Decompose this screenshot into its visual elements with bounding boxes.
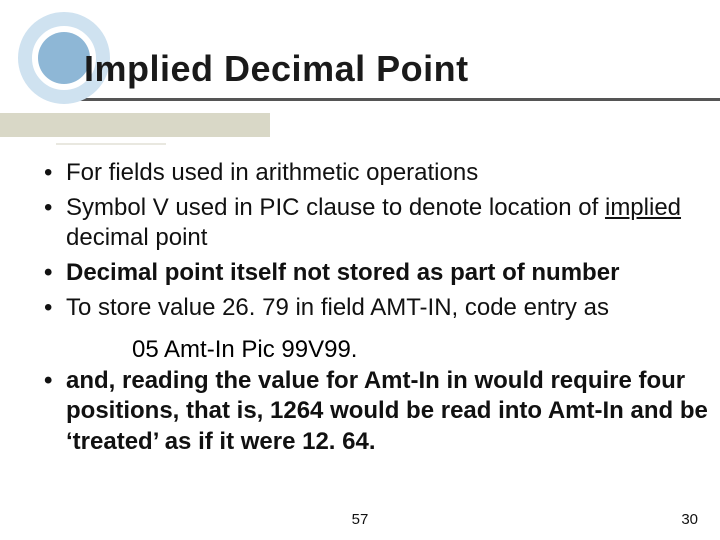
list-item: For fields used in arithmetic operations (40, 158, 720, 189)
decor-rule-short (56, 143, 166, 145)
list-item: To store value 26. 79 in field AMT-IN, c… (40, 293, 720, 324)
decor-band (0, 113, 270, 137)
content-area: For fields used in arithmetic operations… (40, 158, 720, 462)
page-title: Implied Decimal Point (84, 48, 469, 90)
slide: Implied Decimal Point For fields used in… (0, 0, 720, 540)
list-item: Symbol V used in PIC clause to denote lo… (40, 193, 720, 254)
text-run: decimal point (66, 224, 207, 251)
text-run: Symbol V used in PIC clause to denote lo… (66, 194, 605, 221)
page-number-center: 57 (352, 511, 369, 528)
text-underline: implied (605, 194, 681, 221)
bullet-list: and, reading the value for Amt-In in wou… (40, 366, 720, 458)
list-item: Decimal point itself not stored as part … (40, 258, 720, 289)
bullet-list: For fields used in arithmetic operations… (40, 158, 720, 324)
code-line: 05 Amt-In Pic 99V99. (132, 336, 720, 364)
decor-circle-inner (38, 32, 90, 84)
page-number-right: 30 (681, 511, 698, 528)
list-item: and, reading the value for Amt-In in wou… (40, 366, 720, 458)
decor-rule (66, 98, 720, 101)
